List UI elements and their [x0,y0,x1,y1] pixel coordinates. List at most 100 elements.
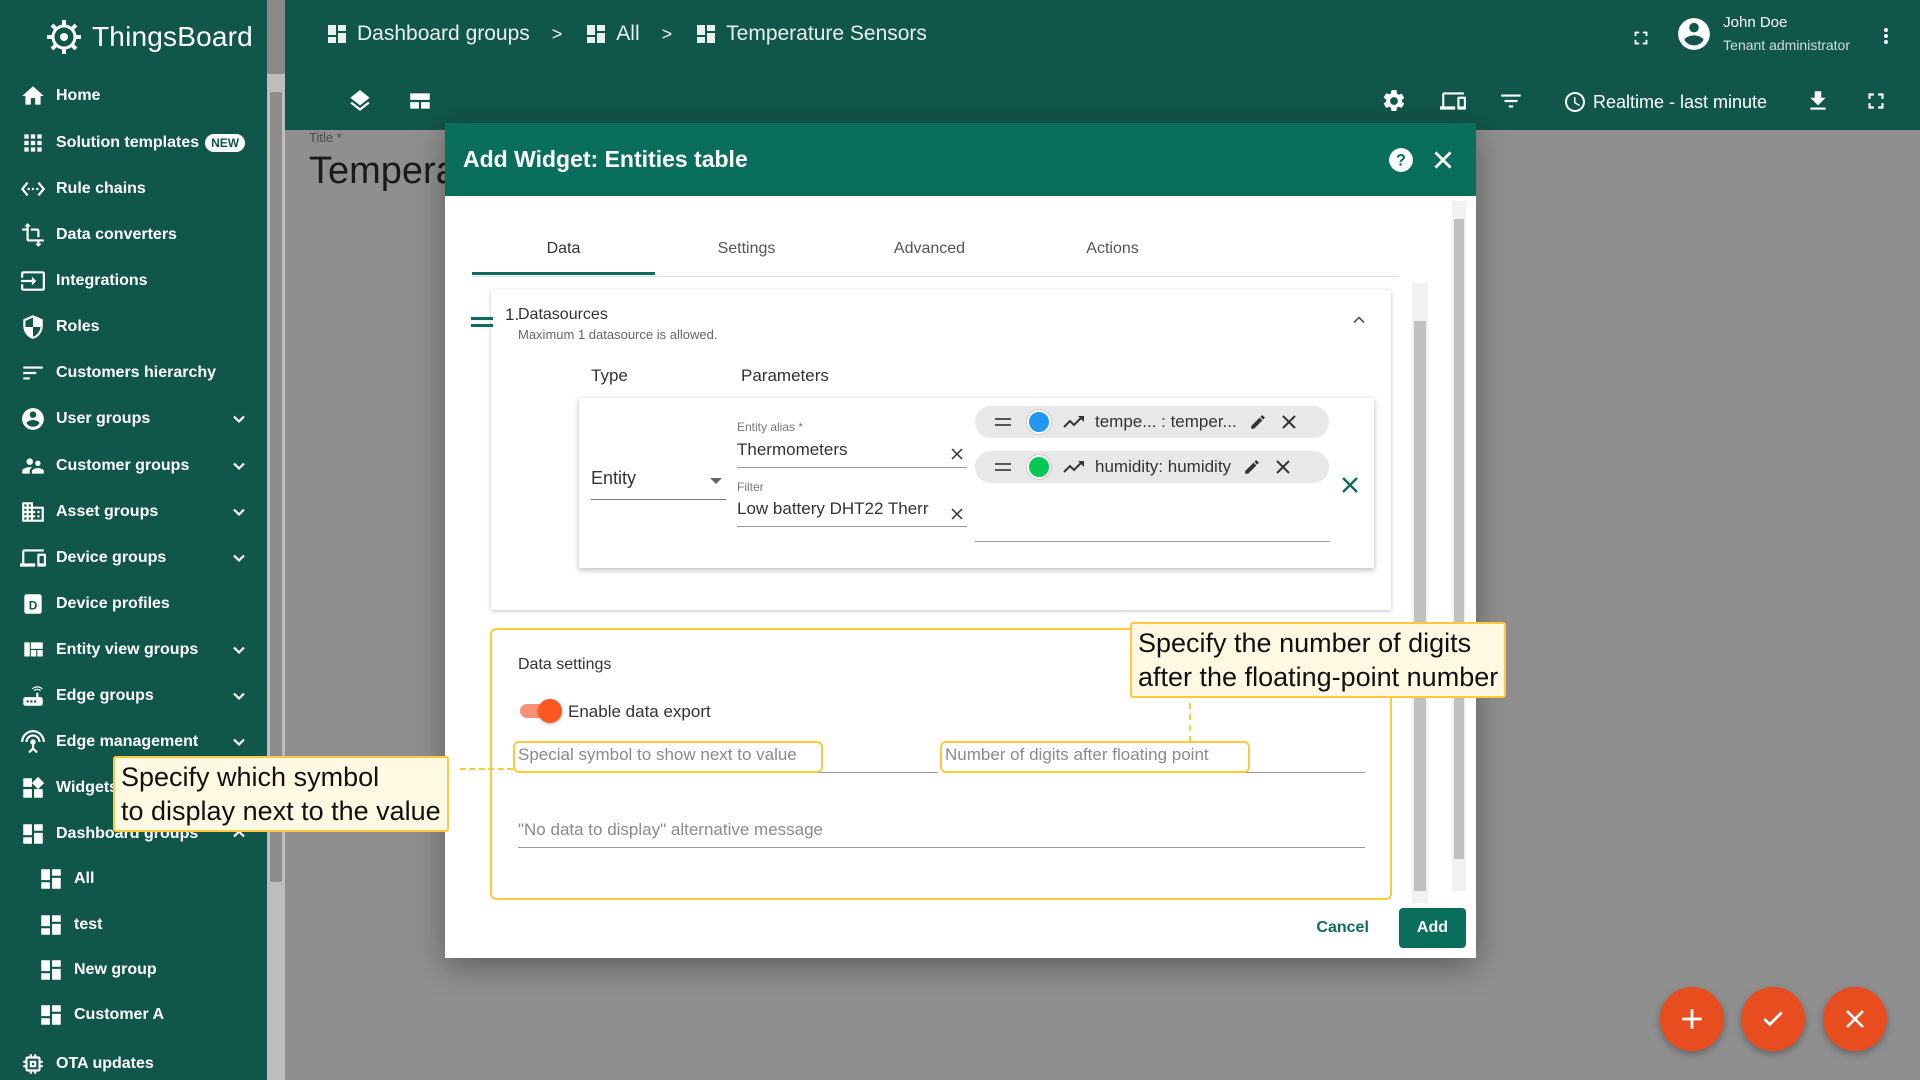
breadcrumb-all[interactable]: All [584,22,640,46]
devices-icon[interactable] [1439,88,1467,114]
help-icon[interactable]: ? [1388,147,1414,173]
entity-alias-input[interactable]: Thermometers [737,440,967,468]
more-vert-icon[interactable] [1874,24,1898,48]
dashboard-title[interactable]: Tempera [309,150,457,193]
filter-input[interactable]: Low battery DHT22 Therr [737,499,967,527]
color-dot[interactable] [1027,410,1051,434]
sidebar-item-device-groups[interactable]: Device groups [0,535,267,581]
cancel-button[interactable]: Cancel [1296,909,1388,947]
dialog-title: Add Widget: Entities table [463,146,748,172]
sidebar-item-label: Device groups [56,549,167,566]
chevron-up-icon[interactable] [1349,310,1369,330]
color-dot[interactable] [1027,455,1051,479]
dashboard-icon [23,824,43,844]
chevron-down-icon[interactable] [229,686,249,706]
filter-icon[interactable] [1498,88,1524,114]
sidebar-item-home[interactable]: Home [0,73,267,119]
tab-content-scroll-thumb[interactable] [1414,321,1426,891]
tab-advanced[interactable]: Advanced [838,226,1021,275]
dashboard-icon [41,1005,61,1025]
breadcrumb-separator: > [551,23,563,44]
chevron-down-icon[interactable] [229,640,249,660]
sidebar-item-integrations[interactable]: Integrations [0,258,267,304]
edit-icon[interactable] [1243,458,1261,476]
sidebar-item-user-groups[interactable]: User groups [0,396,267,442]
sidebar-item-solution-templates[interactable]: Solution templates NEW [0,120,267,166]
dialog-scrollbar[interactable] [1452,201,1466,891]
input-icon [21,271,45,291]
app-name: ThingsBoard [92,21,253,52]
digits-callout-line: after the floating-point number [1138,662,1499,692]
sidebar-item-customers-hierarchy[interactable]: Customers hierarchy [0,350,267,396]
sidebar-item-rule-chains[interactable]: Rule chains [0,166,267,212]
sidebar-scrollbar[interactable] [267,74,285,1080]
settings-icon[interactable] [1381,88,1407,114]
drag-handle-icon[interactable] [995,462,1011,472]
edit-icon[interactable] [1249,413,1267,431]
dropdown-arrow-icon [710,478,722,484]
sidebar-item-data-converters[interactable]: Data converters [0,212,267,258]
drag-handle-icon[interactable] [471,316,493,328]
chevron-down-icon[interactable] [229,548,249,568]
sidebar-item-new-group[interactable]: New group [0,947,267,993]
clear-icon[interactable] [951,508,963,520]
layout-icon[interactable] [407,88,433,114]
chevron-down-icon[interactable] [229,409,249,429]
fullscreen-icon[interactable] [1863,88,1889,114]
supervisor-account-icon [22,458,44,474]
data-key-chip-temperature[interactable]: tempe... : temper... [975,406,1329,438]
tab-actions[interactable]: Actions [1021,226,1204,275]
breadcrumb-dashboard-groups[interactable]: Dashboard groups [325,22,530,46]
units-highlight [513,741,823,773]
sidebar-item-label: Device profiles [56,595,170,612]
sidebar-item-device-profiles[interactable]: D Device profiles [0,581,267,627]
sidebar-item-asset-groups[interactable]: Asset groups [0,489,267,535]
drag-handle-icon[interactable] [995,417,1011,427]
no-data-message-input[interactable]: "No data to display" alternative message [518,818,1365,848]
discard-changes-fab[interactable] [1823,987,1887,1051]
data-key-chip-humidity[interactable]: humidity: humidity [975,451,1329,483]
sidebar-item-label: Edge management [56,733,199,750]
realtime-selector[interactable]: Realtime - last minute [1563,86,1767,118]
user-menu[interactable]: John Doe Tenant administrator [1675,14,1850,53]
chevron-down-icon[interactable] [229,732,249,752]
device-profile-icon: D [24,594,42,614]
add-widget-fab[interactable] [1660,987,1724,1051]
digits-callout: Specify the number of digits after the f… [1130,622,1507,698]
sidebar-item-edge-groups[interactable]: Edge groups [0,673,267,719]
settings-input-antenna-icon [21,730,45,754]
sidebar-item-all[interactable]: All [0,856,267,902]
sidebar-item-test[interactable]: test [0,902,267,948]
sidebar-item-ota-updates[interactable]: OTA updates [0,1041,267,1080]
clear-icon[interactable] [951,448,963,460]
sidebar-item-customer-groups[interactable]: Customer groups [0,443,267,489]
sidebar-item-label: Rule chains [56,180,146,197]
sidebar-item-label: Edge groups [56,687,154,704]
trending-up-icon [1063,461,1084,473]
sidebar-item-entity-view-groups[interactable]: Entity view groups [0,627,267,673]
remove-icon[interactable] [1275,459,1291,475]
app-logo[interactable]: ThingsBoard [0,0,267,74]
breadcrumb-temperature-sensors[interactable]: Temperature Sensors [694,22,927,46]
tab-content-scrollbar[interactable] [1412,283,1428,903]
enable-data-export-toggle[interactable] [520,699,562,723]
sidebar-item-label: User groups [56,410,151,427]
remove-icon[interactable] [1281,414,1297,430]
delete-datasource-icon[interactable] [1340,475,1360,495]
dialog-scroll-thumb[interactable] [1454,219,1464,859]
download-icon[interactable] [1805,88,1831,114]
apply-changes-fab[interactable] [1741,987,1805,1051]
sidebar-item-customer-a[interactable]: Customer A [0,992,267,1038]
tab-data[interactable]: Data [472,226,655,275]
enable-data-export-label: Enable data export [568,702,711,721]
close-icon[interactable] [1430,147,1456,173]
datasource-type-select[interactable]: Entity [591,468,726,500]
sidebar-item-roles[interactable]: Roles [0,304,267,350]
tab-settings[interactable]: Settings [655,226,838,275]
chevron-down-icon[interactable] [229,502,249,522]
chevron-down-icon[interactable] [229,456,249,476]
add-button[interactable]: Add [1398,908,1466,948]
fullscreen-icon[interactable] [1630,27,1652,49]
entity-alias-label: Entity alias * [737,420,804,434]
layers-icon[interactable] [347,88,373,114]
